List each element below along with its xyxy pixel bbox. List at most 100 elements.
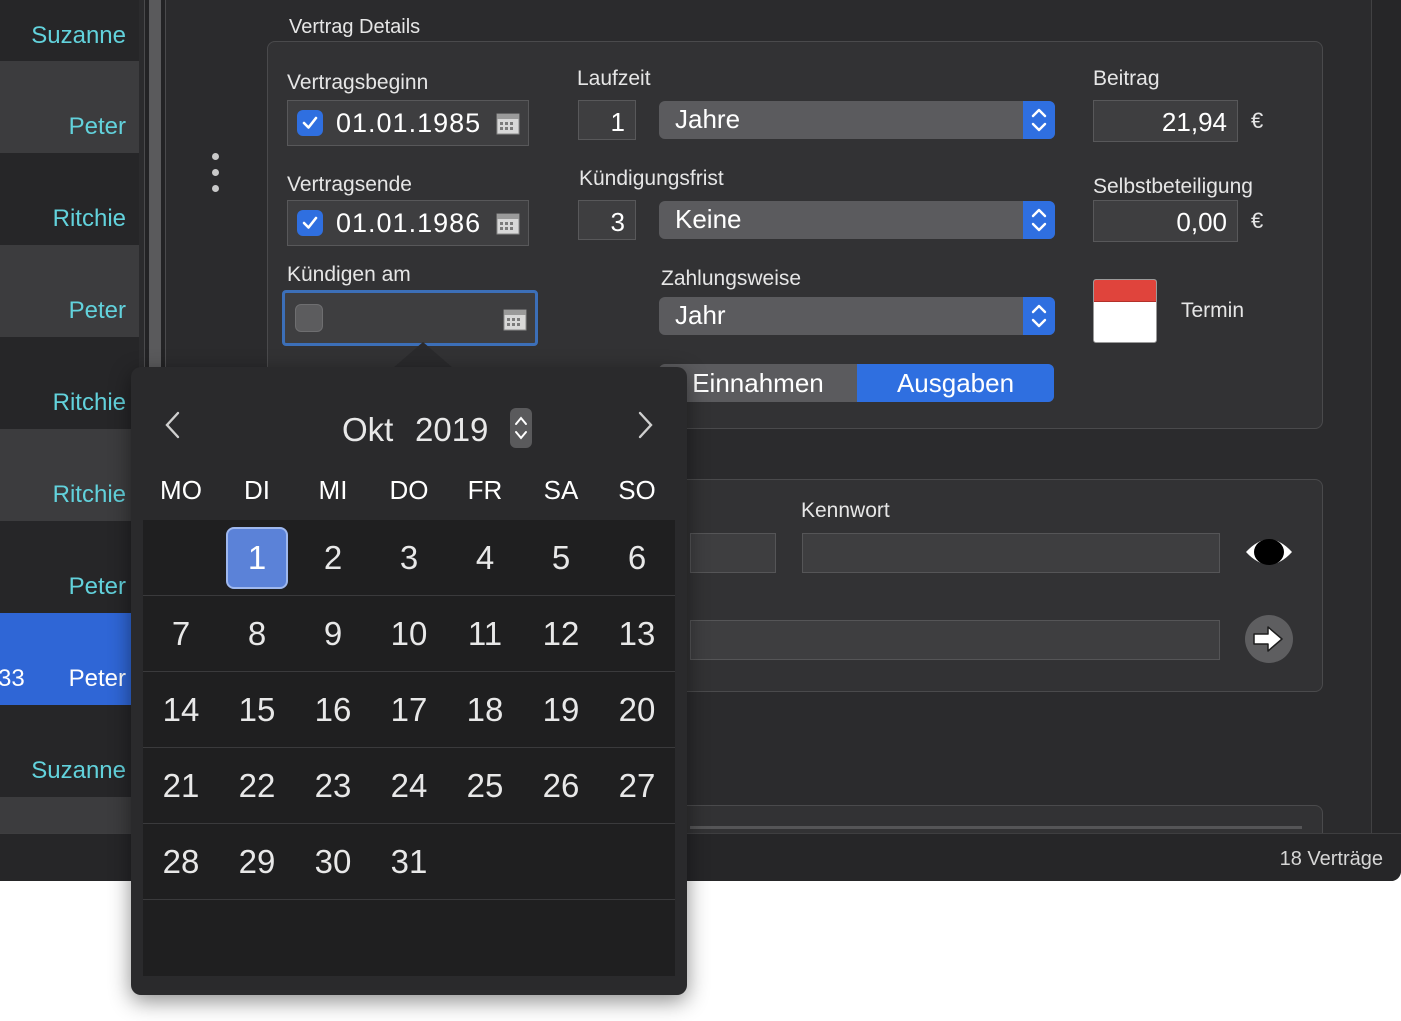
zahlungsweise-value: Jahr — [675, 300, 726, 330]
selbstbeteiligung-input[interactable]: 0,00 — [1093, 200, 1238, 242]
segment-ausgaben[interactable]: Ausgaben — [857, 364, 1054, 402]
kennwort-label: Kennwort — [801, 499, 890, 522]
list-item[interactable]: Peter — [0, 61, 139, 153]
chevron-right-icon[interactable] — [635, 405, 655, 450]
kuendigen-checkbox[interactable] — [295, 304, 323, 332]
more-options-icon[interactable] — [211, 153, 221, 193]
vertragsende-date-field[interactable]: 01.01.1986 — [287, 200, 529, 246]
calendar-day[interactable]: 23 — [295, 748, 371, 824]
laufzeit-unit-value: Jahre — [675, 104, 741, 134]
list-item-name: Peter — [68, 297, 126, 324]
calendar-day[interactable]: 10 — [371, 596, 447, 672]
list-item[interactable] — [0, 797, 139, 833]
calendar-day[interactable]: 3 — [371, 520, 447, 596]
calendar-day[interactable]: 14 — [143, 672, 219, 748]
calendar-day[interactable]: 20 — [599, 672, 675, 748]
calendar-day-selected[interactable]: 1 — [219, 520, 295, 596]
weekday-mo: MO — [160, 475, 202, 505]
contract-count: 18 Verträge — [1279, 848, 1383, 870]
calendar-day[interactable]: 4 — [447, 520, 523, 596]
contract-list: Suzanne Peter Ritchie Peter Ritchie Ritc… — [0, 0, 139, 833]
calendar-day[interactable]: 21 — [143, 748, 219, 824]
weekday-di: DI — [244, 475, 270, 505]
kuendigungsfrist-unit-value: Keine — [675, 204, 742, 234]
url-input[interactable] — [690, 620, 1220, 660]
list-item[interactable]: Ritchie — [0, 153, 139, 245]
list-item-name: Suzanne — [31, 22, 126, 49]
list-item-name: Peter — [68, 665, 126, 692]
calendar-day[interactable]: 26 — [523, 748, 599, 824]
calendar-day-grid: 1 2 3 4 5 6 7 8 9 10 11 12 13 14 15 16 17 18 19 20 21 22 23 24 2… — [143, 520, 675, 976]
calendar-day[interactable]: 25 — [447, 748, 523, 824]
kuendigungsfrist-unit-popup[interactable]: Keine — [659, 201, 1055, 239]
segment-einnahmen[interactable]: Einnahmen — [659, 364, 857, 402]
calendar-icon[interactable] — [496, 211, 520, 235]
beitrag-currency: € — [1251, 108, 1264, 133]
list-item[interactable]: Ritchie — [0, 429, 139, 521]
vertragsende-value: 01.01.1986 — [336, 208, 482, 238]
calendar-day[interactable]: 19 — [523, 672, 599, 748]
benutzer-input[interactable] — [690, 533, 776, 573]
calendar-year: 2019 — [415, 411, 489, 448]
vertragsende-label: Vertragsende — [287, 173, 412, 196]
weekday-do: DO — [389, 475, 429, 505]
kuendigen-date-field[interactable] — [282, 290, 538, 346]
calendar-day[interactable]: 11 — [447, 596, 523, 672]
laufzeit-unit-popup[interactable]: Jahre — [659, 101, 1055, 139]
termin-calendar-icon[interactable] — [1093, 279, 1157, 343]
calendar-day[interactable]: 31 — [371, 824, 447, 900]
list-item[interactable]: Peter — [0, 245, 139, 337]
vertragsbeginn-label: Vertragsbeginn — [287, 71, 429, 94]
list-item-name: Ritchie — [52, 205, 126, 232]
list-item-number: 33 — [0, 665, 25, 692]
year-stepper[interactable] — [510, 408, 532, 448]
detail-scrollbar[interactable] — [1371, 0, 1401, 833]
calendar-day[interactable]: 7 — [143, 596, 219, 672]
kuendigen-label: Kündigen am — [287, 263, 411, 286]
laufzeit-input[interactable]: 1 — [578, 100, 636, 140]
calendar-icon[interactable] — [496, 111, 520, 135]
vertragsbeginn-checkbox[interactable] — [297, 110, 323, 136]
calendar-day[interactable]: 12 — [523, 596, 599, 672]
calendar-day[interactable]: 5 — [523, 520, 599, 596]
kennwort-input[interactable] — [802, 533, 1220, 573]
calendar-day[interactable]: 13 — [599, 596, 675, 672]
calendar-day[interactable]: 16 — [295, 672, 371, 748]
weekday-fr: FR — [467, 475, 503, 505]
eye-icon[interactable] — [1243, 533, 1295, 571]
calendar-day[interactable]: 30 — [295, 824, 371, 900]
list-item-selected[interactable]: 33 Peter — [0, 613, 139, 705]
popup-chevron-icon — [1023, 297, 1055, 335]
calendar-day[interactable]: 8 — [219, 596, 295, 672]
vertragsende-checkbox[interactable] — [297, 210, 323, 236]
calendar-day[interactable]: 15 — [219, 672, 295, 748]
calendar-day[interactable]: 17 — [371, 672, 447, 748]
zahlungsweise-popup[interactable]: Jahr — [659, 297, 1055, 335]
calendar-day[interactable]: 6 — [599, 520, 675, 596]
vertragsbeginn-date-field[interactable]: 01.01.1985 — [287, 100, 529, 146]
chevron-left-icon[interactable] — [163, 405, 183, 450]
list-item[interactable]: Suzanne — [0, 705, 139, 797]
kuendigungsfrist-input[interactable]: 3 — [578, 200, 636, 240]
beitrag-input[interactable]: 21,94 — [1093, 100, 1238, 142]
calendar-day[interactable]: 22 — [219, 748, 295, 824]
list-item-name: Peter — [68, 573, 126, 600]
scrollbar-thumb[interactable] — [149, 0, 161, 380]
arrow-right-icon[interactable] — [1244, 614, 1294, 664]
calendar-day[interactable]: 2 — [295, 520, 371, 596]
list-item[interactable]: Peter — [0, 521, 139, 613]
calendar-icon[interactable] — [503, 307, 527, 331]
calendar-day[interactable]: 28 — [143, 824, 219, 900]
calendar-day[interactable]: 27 — [599, 748, 675, 824]
date-picker-popover: Okt 2019 MO DI MI DO FR SA SO 1234567891… — [131, 367, 687, 995]
calendar-day[interactable]: 24 — [371, 748, 447, 824]
list-item[interactable]: Ritchie — [0, 337, 139, 429]
list-item[interactable]: Suzanne — [0, 0, 139, 60]
kuendigungsfrist-label: Kündigungsfrist — [579, 167, 724, 190]
calendar-month: Okt — [342, 411, 394, 448]
income-expense-segment[interactable]: Einnahmen Ausgaben — [659, 364, 1054, 402]
calendar-day[interactable]: 18 — [447, 672, 523, 748]
list-item-name: Ritchie — [52, 481, 126, 508]
calendar-day[interactable]: 29 — [219, 824, 295, 900]
calendar-day[interactable]: 9 — [295, 596, 371, 672]
